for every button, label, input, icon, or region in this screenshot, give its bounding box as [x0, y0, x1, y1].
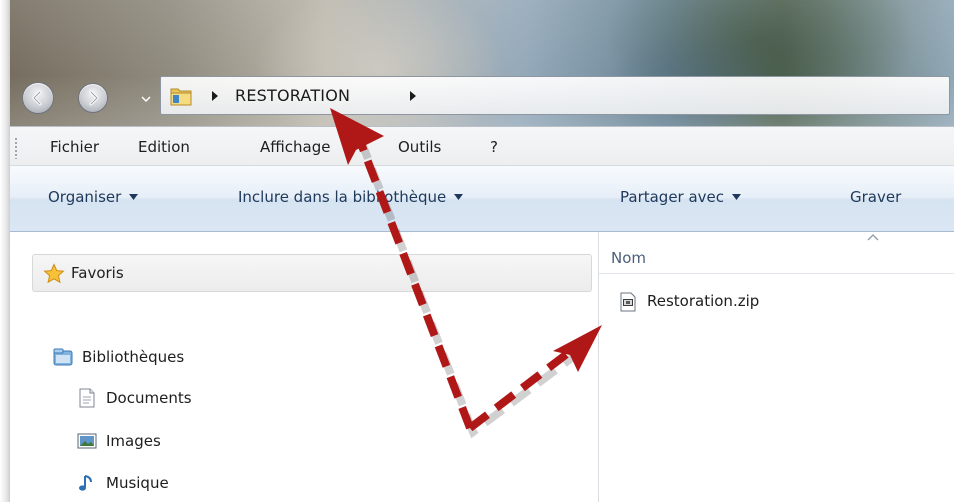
music-note-icon	[79, 475, 92, 491]
sidebar-item-label: Favoris	[71, 264, 124, 282]
organiser-label: Organiser	[48, 188, 122, 206]
include-in-library-button[interactable]: Inclure dans la bibliothèque	[238, 188, 464, 206]
menu-item-help[interactable]: ?	[490, 138, 498, 156]
command-bar: Organiser Inclure dans la bibliothèque P…	[10, 166, 954, 232]
recent-pages-dropdown[interactable]	[140, 92, 152, 106]
share-with-button[interactable]: Partager avec	[620, 188, 742, 206]
menu-item-edition[interactable]: Edition	[138, 138, 190, 156]
libraries-icon	[53, 348, 73, 366]
organiser-button[interactable]: Organiser	[48, 188, 139, 206]
navigation-pane: Favoris Bibliothèques Documents Images M…	[10, 232, 598, 502]
column-header-label: Nom	[611, 249, 647, 267]
dropdown-caret-icon	[732, 194, 742, 200]
sidebar-item-music[interactable]: Musique	[106, 474, 169, 492]
menu-item-affichage[interactable]: Affichage	[260, 138, 330, 156]
burn-label: Graver	[850, 188, 902, 206]
dropdown-caret-icon	[129, 194, 139, 200]
list-item[interactable]: Restoration.zip	[615, 288, 875, 318]
chevron-down-icon	[141, 96, 151, 103]
forward-arrow-icon	[89, 90, 99, 106]
zip-archive-icon	[620, 292, 636, 312]
column-header-name[interactable]: Nom	[599, 232, 954, 274]
image-icon	[77, 433, 97, 449]
star-icon	[43, 263, 65, 284]
sidebar-item-documents[interactable]: Documents	[106, 389, 192, 407]
breadcrumb-separator-icon[interactable]	[209, 89, 221, 103]
window-left-border	[0, 0, 10, 502]
dropdown-caret-icon	[454, 194, 464, 200]
sidebar-item-images[interactable]: Images	[106, 432, 161, 450]
sidebar-item-favorites[interactable]: Favoris	[32, 254, 592, 292]
share-with-label: Partager avec	[620, 188, 725, 206]
menu-item-fichier[interactable]: Fichier	[50, 138, 99, 156]
sort-ascending-icon	[867, 234, 879, 241]
include-in-library-label: Inclure dans la bibliothèque	[238, 188, 447, 206]
breadcrumb-restoration[interactable]: RESTORATION	[235, 86, 350, 105]
back-arrow-icon	[32, 90, 42, 106]
document-icon	[79, 388, 95, 408]
address-bar[interactable]: RESTORATION	[160, 76, 950, 115]
menu-grip	[14, 137, 18, 159]
file-name: Restoration.zip	[647, 292, 760, 310]
file-list: Nom Restoration.zip	[599, 232, 954, 502]
menu-bar: Fichier Edition Affichage Outils ?	[10, 126, 954, 166]
burn-button[interactable]: Graver	[850, 188, 901, 206]
forward-button[interactable]	[78, 83, 108, 113]
folder-icon	[170, 88, 192, 106]
menu-item-outils[interactable]: Outils	[398, 138, 441, 156]
breadcrumb-separator-icon[interactable]	[407, 89, 419, 103]
back-button[interactable]	[22, 82, 54, 114]
sidebar-item-libraries[interactable]: Bibliothèques	[82, 348, 184, 366]
